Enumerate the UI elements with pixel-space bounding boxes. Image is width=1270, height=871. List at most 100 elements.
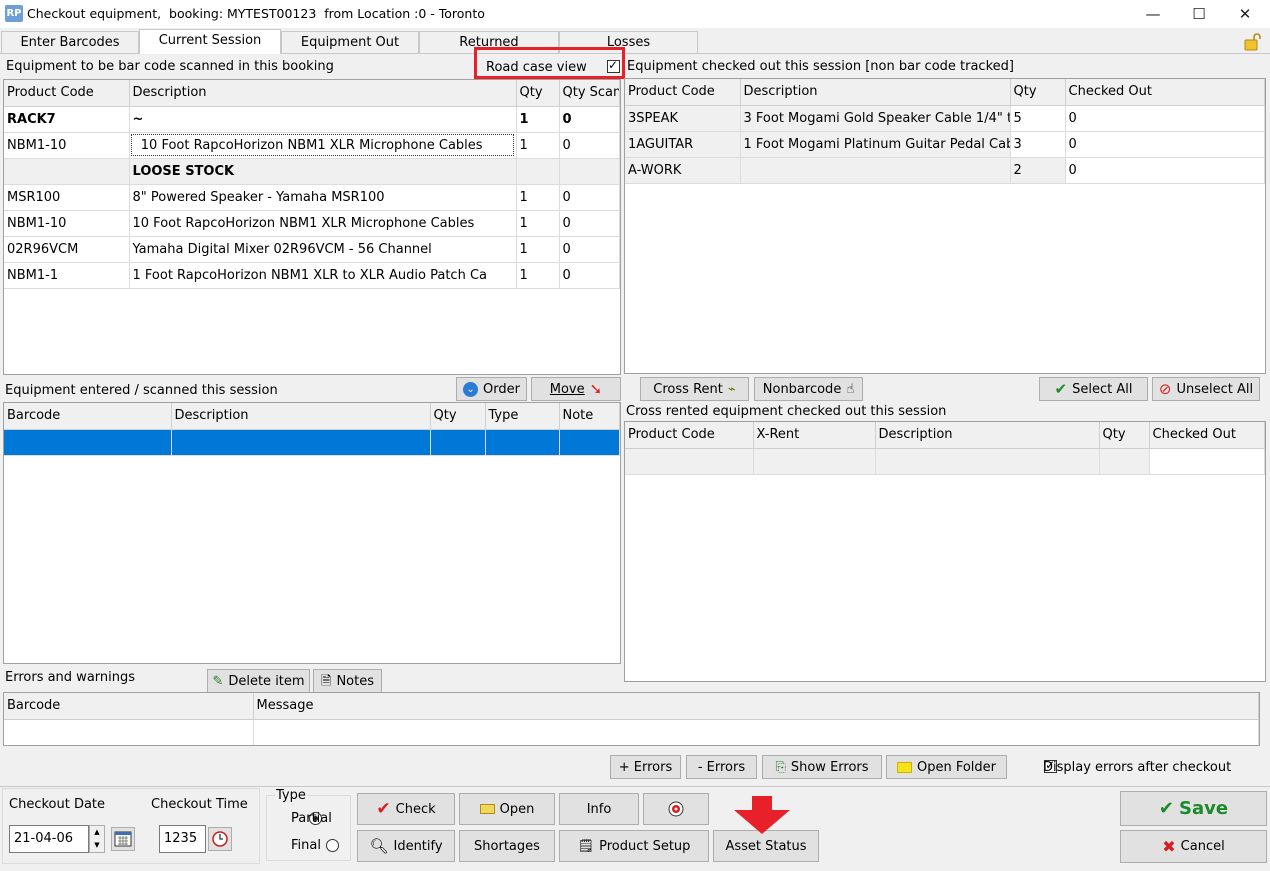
delete-item-label: Delete item [228, 673, 305, 689]
date-spinner[interactable]: ▲ ▼ [89, 825, 105, 853]
table-row-selected[interactable] [4, 429, 620, 456]
cell-desc: 10 Foot RapcoHorizon NBM1 XLR Microphone… [129, 210, 517, 237]
table-row[interactable] [625, 448, 1265, 475]
table-row[interactable]: NBM1-10 10 Foot RapcoHorizon NBM1 XLR Mi… [4, 132, 620, 159]
type-group-label: Type [275, 788, 307, 803]
col-type[interactable]: Type [485, 403, 560, 430]
table-row[interactable]: 3SPEAK 3 Foot Mogami Gold Speaker Cable … [625, 105, 1265, 132]
cell-scanned: 0 [559, 236, 620, 263]
col-qty[interactable]: Qty [516, 80, 560, 107]
col-note[interactable]: Note [559, 403, 620, 430]
col-description[interactable]: Description [171, 403, 431, 430]
show-errors-button[interactable]: ⎘ Show Errors [762, 755, 882, 779]
product-setup-button[interactable]: 🗒 Product Setup [559, 830, 709, 862]
check-button[interactable]: ✔ Check [357, 793, 455, 825]
cell-scanned: 0 [559, 184, 620, 211]
road-case-label: Road case view [486, 60, 587, 75]
table-row[interactable]: 1AGUITAR 1 Foot Mogami Platinum Guitar P… [625, 131, 1265, 158]
identify-label: Identify [393, 838, 443, 854]
tab-enter-barcodes[interactable]: Enter Barcodes [1, 31, 139, 53]
info-button[interactable]: Info [559, 793, 639, 825]
identify-button[interactable]: 🔍︎ Identify [357, 830, 455, 862]
table-row[interactable]: MSR100 8" Powered Speaker - Yamaha MSR10… [4, 184, 620, 211]
select-all-button[interactable]: ✔ Select All [1039, 377, 1148, 401]
col-barcode[interactable]: Barcode [4, 403, 172, 430]
col-description[interactable]: Description [740, 79, 1011, 106]
table-row[interactable]: NBM1-10 10 Foot RapcoHorizon NBM1 XLR Mi… [4, 210, 620, 237]
minus-errors-button[interactable]: - Errors [686, 755, 757, 779]
nonbarcode-equipment-grid[interactable]: Product Code Description Qty Checked Out… [624, 78, 1266, 374]
table-row[interactable] [4, 719, 1259, 745]
table-row[interactable]: RACK7 ~ 1 0 [4, 106, 620, 133]
save-button[interactable]: ✔ Save [1120, 791, 1267, 826]
open-button[interactable]: Open [459, 793, 555, 825]
col-product-code[interactable]: Product Code [625, 79, 741, 106]
show-errors-icon: ⎘ [775, 759, 786, 775]
booking-grid-caption: Equipment to be bar code scanned in this… [6, 59, 334, 74]
open-folder-button[interactable]: Open Folder [886, 755, 1007, 779]
unlock-icon[interactable] [1243, 33, 1263, 51]
col-checked-out[interactable]: Checked Out [1065, 79, 1265, 106]
session-scanned-grid[interactable]: Barcode Description Qty Type Note [3, 402, 621, 664]
close-button[interactable]: ✕ [1222, 0, 1268, 28]
unselect-all-label: Unselect All [1176, 381, 1254, 397]
cell-desc: 8" Powered Speaker - Yamaha MSR100 [129, 184, 517, 211]
shortages-button[interactable]: Shortages [459, 830, 555, 862]
errors-grid[interactable]: Barcode Message [3, 692, 1260, 746]
icon-tool-button[interactable] [643, 793, 709, 825]
nonbarcode-button[interactable]: Nonbarcode ☝ [754, 377, 863, 401]
cell-code: NBM1-10 [4, 132, 130, 159]
cell-scanned: 0 [559, 132, 620, 159]
cell-desc: 3 Foot Mogami Gold Speaker Cable 1/4" to [740, 105, 1011, 132]
checkout-time-input[interactable]: 1235 [159, 825, 206, 853]
cell-barcode [4, 719, 254, 745]
scanner-icon: ⌁ [727, 381, 736, 397]
cell-code: RACK7 [4, 106, 130, 133]
cancel-button[interactable]: ✖ Cancel [1120, 830, 1267, 863]
checkout-date-label: Checkout Date [9, 797, 106, 812]
cell-qty: 3 [1010, 131, 1066, 158]
maximize-button[interactable]: ☐ [1176, 0, 1222, 28]
product-setup-label: Product Setup [599, 838, 691, 854]
order-button[interactable]: ⌄ Order [456, 377, 527, 401]
col-description[interactable]: Description [875, 422, 1100, 449]
chevron-down-circle-icon: ⌄ [463, 381, 479, 397]
booking-equipment-grid[interactable]: Product Code Description Qty Qty Scann R… [3, 79, 621, 375]
hand-icon: ☝ [846, 381, 855, 397]
target-icon [668, 801, 684, 817]
col-product-code[interactable]: Product Code [625, 422, 754, 449]
tab-equipment-out[interactable]: Equipment Out [281, 31, 419, 53]
col-checked-out[interactable]: Checked Out [1149, 422, 1265, 449]
time-button[interactable] [208, 827, 232, 851]
note-icon: 🗎 [321, 673, 332, 689]
col-product-code[interactable]: Product Code [4, 80, 130, 107]
session-grid-caption: Equipment entered / scanned this session [5, 383, 278, 398]
col-qty-scanned[interactable]: Qty Scann [559, 80, 620, 107]
col-message[interactable]: Message [253, 693, 1259, 720]
magnifier-icon: 🔍︎ [369, 836, 389, 855]
nonbarcode-label: Nonbarcode [762, 381, 842, 397]
road-case-checkbox[interactable] [607, 58, 620, 73]
delete-item-button[interactable]: ✎ Delete item [207, 669, 310, 693]
move-button[interactable]: Move ➘ [531, 377, 621, 401]
table-row[interactable]: 02R96VCM Yamaha Digital Mixer 02R96VCM -… [4, 236, 620, 263]
crossrent-grid[interactable]: Product Code X-Rent Description Qty Chec… [624, 421, 1266, 682]
cell-scanned: 0 [559, 210, 620, 237]
col-barcode[interactable]: Barcode [4, 693, 254, 720]
plus-errors-button[interactable]: + Errors [610, 755, 681, 779]
cross-rent-button[interactable]: Cross Rent ⌁ [640, 377, 749, 401]
table-row[interactable]: A-WORK 2 0 [625, 157, 1265, 184]
notes-button[interactable]: 🗎 Notes [313, 669, 382, 693]
tab-current-session[interactable]: Current Session [139, 29, 281, 54]
minimize-button[interactable]: — [1130, 0, 1176, 28]
table-row[interactable]: NBM1-1 1 Foot RapcoHorizon NBM1 XLR to X… [4, 262, 620, 289]
unselect-all-button[interactable]: ⊘ Unselect All [1152, 377, 1260, 401]
col-qty[interactable]: Qty [1010, 79, 1066, 106]
calendar-button[interactable] [111, 827, 135, 851]
checkout-date-input[interactable]: 21-04-06 [9, 825, 89, 853]
col-qty[interactable]: Qty [430, 403, 486, 430]
col-qty[interactable]: Qty [1099, 422, 1150, 449]
table-row-group-header[interactable]: LOOSE STOCK [4, 158, 620, 185]
col-description[interactable]: Description [129, 80, 517, 107]
col-x-rent[interactable]: X-Rent [753, 422, 876, 449]
